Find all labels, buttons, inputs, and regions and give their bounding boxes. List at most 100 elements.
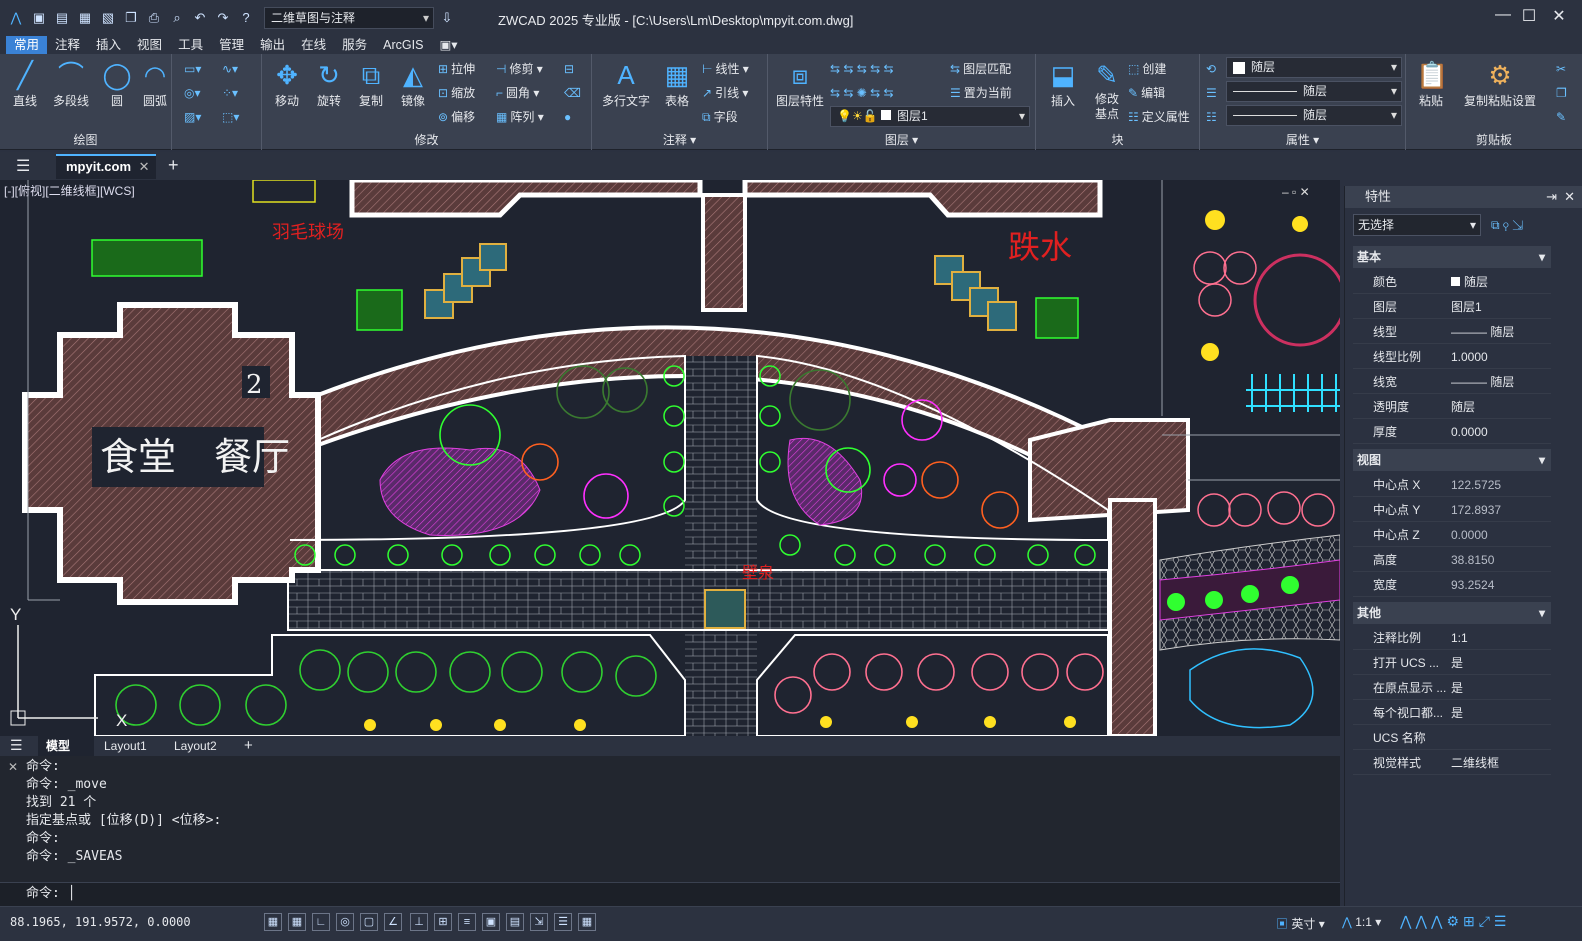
workspace-select[interactable]: 二维草图与注释 bbox=[264, 7, 434, 29]
break-icon[interactable]: ● bbox=[564, 106, 574, 128]
dyn-input-icon[interactable]: ⊞ bbox=[434, 913, 452, 931]
fillet-button[interactable]: ⌐ 圆角 ▾ bbox=[496, 82, 539, 104]
tab-view[interactable]: 视图 bbox=[129, 36, 170, 54]
property-row[interactable]: 图层 图层1 bbox=[1353, 295, 1551, 319]
erase-icon[interactable]: ⌫ bbox=[564, 82, 584, 104]
new-tab-icon[interactable]: + bbox=[168, 155, 179, 176]
new-file-icon[interactable]: ▣ bbox=[29, 8, 49, 28]
palette-close-icon[interactable]: ✕ bbox=[1564, 186, 1575, 208]
tab-insert[interactable]: 插入 bbox=[88, 36, 129, 54]
define-attribute-button[interactable]: ☷ 定义属性 bbox=[1128, 106, 1190, 128]
table-button[interactable]: ▦ 表格 bbox=[654, 56, 700, 126]
status-tools-icons[interactable]: ⋀⋀⋀⚙⊞⤢☰ bbox=[1400, 913, 1511, 930]
property-row[interactable]: 线宽 ——— 随层 bbox=[1353, 370, 1551, 394]
line-button[interactable]: ╱ 直线 bbox=[2, 56, 48, 126]
print-icon[interactable]: ⎙ bbox=[144, 8, 164, 28]
layer-tools-row1[interactable]: ⇆ ⇆ ⇆ ⇆ ⇆ bbox=[830, 58, 897, 80]
tab-arcgis[interactable]: ArcGIS bbox=[375, 36, 431, 54]
point-icon[interactable]: ⁘▾ bbox=[222, 82, 241, 104]
lineweight-toggle-icon[interactable]: ≡ bbox=[458, 913, 476, 931]
redo-icon[interactable]: ↷ bbox=[213, 8, 233, 28]
close-icon[interactable]: ✕ bbox=[1546, 6, 1572, 28]
lineweight-select[interactable]: 随层 bbox=[1226, 105, 1402, 126]
property-row[interactable]: 中心点 X 122.5725 bbox=[1353, 473, 1551, 497]
layout-menu-icon[interactable]: ☰ bbox=[10, 737, 23, 754]
property-row[interactable]: 每个视口都... 是 bbox=[1353, 701, 1551, 725]
rotate-button[interactable]: ↻ 旋转 bbox=[306, 56, 352, 126]
save-as-icon[interactable]: ▧ bbox=[98, 8, 118, 28]
menu-icon[interactable]: ☰ bbox=[16, 156, 30, 176]
mirror-button[interactable]: ◭ 镜像 bbox=[390, 56, 436, 126]
property-row[interactable]: 线型 ——— 随层 bbox=[1353, 320, 1551, 344]
explode-icon[interactable]: ⊟ bbox=[564, 58, 577, 80]
tab-close-icon[interactable]: ✕ bbox=[139, 159, 150, 174]
modify-basepoint-button[interactable]: ✎ 修改 基点 bbox=[1084, 56, 1130, 136]
property-row[interactable]: 中心点 Y 172.8937 bbox=[1353, 498, 1551, 522]
ellipse-icon[interactable]: ◎▾ bbox=[184, 82, 204, 104]
tab-manage[interactable]: 管理 bbox=[211, 36, 252, 54]
offset-button[interactable]: ⊚ 偏移 bbox=[438, 106, 475, 128]
spline-icon[interactable]: ∿▾ bbox=[222, 58, 241, 80]
model-space-icon[interactable]: ▦ bbox=[578, 913, 596, 931]
ortho-icon[interactable]: ∟ bbox=[312, 913, 330, 931]
copy-clip-icon[interactable]: ❐ bbox=[1556, 82, 1570, 104]
property-row[interactable]: 宽度 93.2524 bbox=[1353, 573, 1551, 597]
paste-settings-button[interactable]: ⚙ 复制粘贴设置 bbox=[1458, 56, 1542, 126]
viewport-controls[interactable]: – ▫ ✕ bbox=[1282, 185, 1310, 199]
make-current-button[interactable]: ☰ 置为当前 bbox=[950, 82, 1012, 104]
drawing-svg[interactable]: 食堂 餐厅 2 羽毛球场 跌水 壁泉 – ▫ ✕ Y X bbox=[0, 180, 1340, 736]
array-button[interactable]: ▦ 阵列 ▾ bbox=[496, 106, 544, 128]
tab-home[interactable]: 常用 bbox=[6, 36, 48, 54]
property-row[interactable]: 注释比例 1:1 bbox=[1353, 626, 1551, 650]
property-row[interactable]: 高度 38.8150 bbox=[1353, 548, 1551, 572]
add-layout-icon[interactable]: + bbox=[236, 736, 261, 756]
layer-properties-button[interactable]: ⧈ 图层特性 bbox=[772, 56, 828, 126]
drawing-canvas[interactable]: 食堂 餐厅 2 羽毛球场 跌水 壁泉 – ▫ ✕ Y X [-][俯视][二维线… bbox=[0, 180, 1340, 736]
quick-select-icons[interactable]: ⧉ ⚲ ⇲ bbox=[1491, 218, 1523, 233]
undo-icon[interactable]: ↶ bbox=[190, 8, 210, 28]
save-icon[interactable]: ▦ bbox=[75, 8, 95, 28]
polyline-button[interactable]: ⌒ 多段线 bbox=[48, 56, 94, 126]
match-icon[interactable]: ✎ bbox=[1556, 106, 1569, 128]
tab-output[interactable]: 输出 bbox=[252, 36, 293, 54]
selection-cycle-icon[interactable]: ⇲ bbox=[530, 913, 548, 931]
command-close-icon[interactable]: ✕ bbox=[8, 760, 18, 774]
snap-icon[interactable]: ▦ bbox=[288, 913, 306, 931]
copy-icon[interactable]: ❐ bbox=[121, 8, 141, 28]
property-row[interactable]: UCS 名称 bbox=[1353, 726, 1551, 750]
qp-icon[interactable]: ▤ bbox=[506, 913, 524, 931]
field-button[interactable]: ⧉ 字段 bbox=[702, 106, 738, 128]
move-button[interactable]: ✥ 移动 bbox=[264, 56, 310, 126]
property-row[interactable]: 在原点显示 ... 是 bbox=[1353, 676, 1551, 700]
annotation-icon[interactable]: ☰ bbox=[554, 913, 572, 931]
open-file-icon[interactable]: ▤ bbox=[52, 8, 72, 28]
paste-button[interactable]: 📋 粘贴 bbox=[1408, 56, 1454, 126]
arc-button[interactable]: ◠ 圆弧 bbox=[138, 56, 172, 126]
tab-layout1[interactable]: Layout1 bbox=[96, 736, 155, 756]
osnap-icon[interactable]: ▢ bbox=[360, 913, 378, 931]
mtext-button[interactable]: A 多行文字 bbox=[598, 56, 654, 126]
transparency-icon[interactable]: ▣ bbox=[482, 913, 500, 931]
ribbon-toggle-icon[interactable]: ▣▾ bbox=[431, 36, 465, 54]
property-row[interactable]: 厚度 0.0000 bbox=[1353, 420, 1551, 444]
layer-tools-row2[interactable]: ⇆ ⇆ ✺ ⇆ ⇆ bbox=[830, 82, 897, 104]
command-input[interactable]: 命令: │ bbox=[0, 882, 1340, 906]
linetype-select[interactable]: 随层 bbox=[1226, 81, 1402, 102]
scale-button[interactable]: ⊡ 缩放 bbox=[438, 82, 475, 104]
app-logo-icon[interactable]: ⋀ bbox=[6, 8, 26, 28]
preview-icon[interactable]: ⌕ bbox=[167, 8, 187, 28]
section-other[interactable]: 其他 bbox=[1353, 602, 1551, 624]
document-tab[interactable]: mpyit.com ✕ bbox=[56, 154, 156, 179]
hatch-icon[interactable]: ▨▾ bbox=[184, 106, 204, 128]
tab-tools[interactable]: 工具 bbox=[170, 36, 211, 54]
insert-block-button[interactable]: ⬓ 插入 bbox=[1040, 56, 1086, 126]
lineweight-icon[interactable]: ☷ bbox=[1206, 106, 1220, 128]
create-block-button[interactable]: ⬚ 创建 bbox=[1128, 58, 1166, 80]
trim-button[interactable]: ⊣ 修剪 ▾ bbox=[496, 58, 543, 80]
customize-icon[interactable]: ⇩ bbox=[437, 8, 457, 28]
tab-model[interactable]: 模型 bbox=[38, 736, 94, 756]
layer-select[interactable]: 💡☀🔓 图层1 bbox=[830, 106, 1030, 127]
copy-button[interactable]: ⧉ 复制 bbox=[348, 56, 394, 126]
linear-dim-button[interactable]: ⊢ 线性 ▾ bbox=[702, 58, 749, 80]
viewport-label[interactable]: [-][俯视][二维线框][WCS] bbox=[4, 182, 135, 199]
